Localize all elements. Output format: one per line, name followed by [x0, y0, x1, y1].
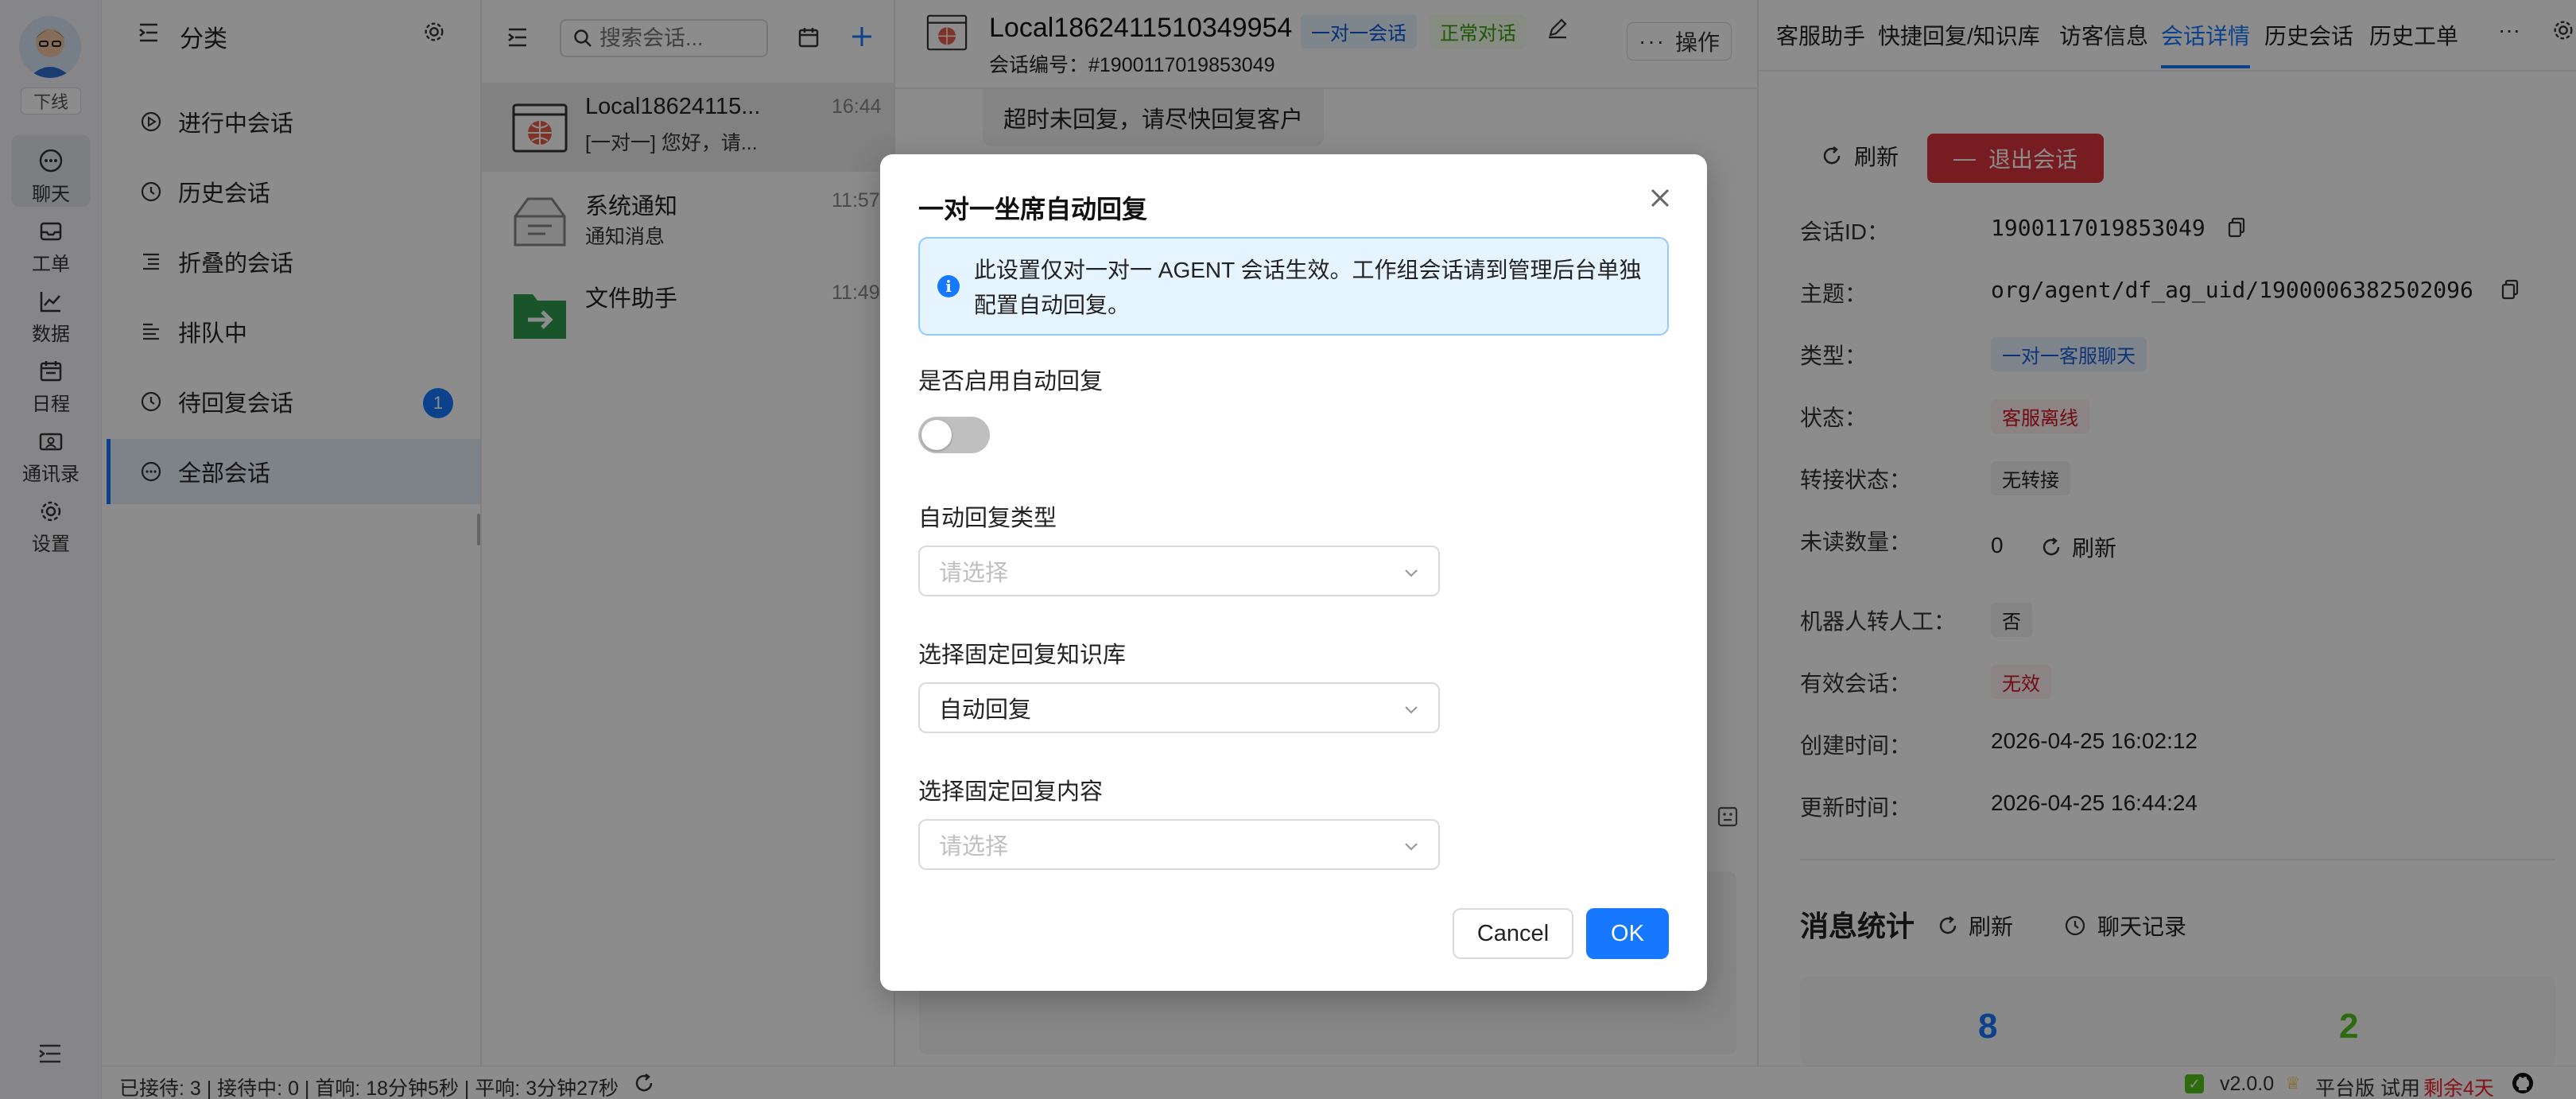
- reply-type-select[interactable]: 请选择: [918, 546, 1440, 596]
- reply-type-label: 自动回复类型: [918, 506, 1057, 531]
- info-icon: i: [937, 275, 960, 297]
- chevron-down-icon: [1405, 706, 1418, 714]
- enable-auto-reply-toggle[interactable]: [918, 417, 990, 453]
- dialog-title: 一对一坐席自动回复: [918, 195, 1148, 223]
- chevron-down-icon: [1405, 843, 1418, 851]
- reply-type-placeholder: 请选择: [939, 561, 1009, 586]
- knowledge-base-value: 自动回复: [939, 697, 1032, 723]
- info-alert: i 此设置仅对一对一 AGENT 会话生效。工作组会话请到管理后台单独配置自动回…: [918, 237, 1669, 336]
- enable-label: 是否启用自动回复: [918, 369, 1104, 394]
- reply-content-select[interactable]: 请选择: [918, 819, 1440, 870]
- cancel-label: Cancel: [1476, 920, 1550, 946]
- ok-button[interactable]: OK: [1586, 908, 1669, 959]
- knowledge-base-label: 选择固定回复知识库: [918, 643, 1127, 668]
- knowledge-base-select[interactable]: 自动回复: [918, 682, 1440, 733]
- chevron-down-icon: [1405, 569, 1418, 577]
- ok-label: OK: [1611, 920, 1644, 946]
- reply-content-label: 选择固定回复内容: [918, 779, 1104, 805]
- reply-content-placeholder: 请选择: [939, 834, 1009, 860]
- info-text: 此设置仅对一对一 AGENT 会话生效。工作组会话请到管理后台单独配置自动回复。: [974, 258, 1642, 317]
- auto-reply-dialog: 一对一坐席自动回复 i 此设置仅对一对一 AGENT 会话生效。工作组会话请到管…: [880, 154, 1707, 991]
- toggle-knob: [921, 420, 952, 450]
- cancel-button[interactable]: Cancel: [1453, 908, 1573, 959]
- dialog-close-icon[interactable]: [1647, 184, 1674, 216]
